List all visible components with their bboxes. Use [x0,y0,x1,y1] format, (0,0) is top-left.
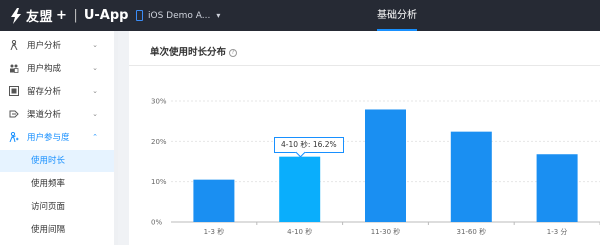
user-analysis-icon [9,40,19,50]
brand-separator: | [73,8,78,23]
sidebar: 用户分析 ⌄ 用户构成 ⌄ 留存分析 ⌄ 渠道分析 ⌄ 用户参与度 ⌃ 使用时长… [0,31,118,245]
chevron-down-icon: ⌄ [92,41,98,49]
phone-icon [136,10,143,21]
sidebar-item-label: 用户参与度 [27,133,70,143]
bar[interactable] [365,109,406,222]
sidebar-subitem-usage-frequency[interactable]: 使用频率 [0,173,114,195]
sidebar-item-user-analysis[interactable]: 用户分析 ⌄ [0,34,114,56]
y-tick-label: 0% [151,219,162,227]
y-tick-label: 10% [151,178,167,186]
sidebar-subitem-usage-duration[interactable]: 使用时长 [0,150,114,172]
tab-basic-analysis[interactable]: 基础分析 [377,0,417,31]
sidebar-item-channel[interactable]: 渠道分析 ⌄ [0,103,114,125]
bar[interactable] [450,131,492,222]
sidebar-item-label: 留存分析 [27,87,62,97]
umeng-logo-icon [10,7,22,24]
x-tick-label: 11-30 秒 [371,227,401,236]
chart-tooltip: 4-10 秒: 16.2% [274,137,344,153]
duration-distribution-chart: 0% 10% 20% 30% 1-3 秒 4-10 秒 11-30 秒 31-60 秒 1-3 … [151,98,600,236]
x-tick-label: 1-3 秒 [204,227,225,236]
user-composition-icon [9,63,19,73]
sidebar-item-label: 用户分析 [27,41,62,51]
sidebar-item-user-composition[interactable]: 用户构成 ⌄ [0,57,114,79]
engagement-icon [9,132,19,142]
sidebar-item-engagement[interactable]: 用户参与度 ⌃ [0,126,114,148]
sidebar-subitem-visited-pages[interactable]: 访问页面 [0,196,114,218]
sidebar-subitem-usage-interval[interactable]: 使用间隔 [0,219,114,241]
retention-icon [9,86,19,96]
app-selector-label: iOS Demo A... [148,10,211,21]
y-tick-label: 30% [151,98,167,106]
chevron-up-icon: ⌃ [92,133,98,141]
sidebar-item-label: 用户构成 [27,64,62,74]
top-bar: 友盟 + | U-App iOS Demo A... ▾ 基础分析 [0,0,600,31]
x-tick-label: 1-3 分 [547,227,568,236]
brand-plus: + [56,8,68,23]
x-tick-label: 31-60 秒 [457,227,487,236]
bar[interactable] [536,154,578,222]
product-name: U-App [83,8,129,23]
x-tick-label: 4-10 秒 [287,227,312,236]
chevron-down-icon: ⌄ [92,87,98,95]
y-tick-label: 20% [151,138,167,146]
app-selector[interactable]: iOS Demo A... ▾ [136,0,220,31]
sidebar-item-label: 渠道分析 [27,110,62,120]
chevron-down-icon: ⌄ [92,64,98,72]
caret-down-icon: ▾ [216,11,221,20]
sidebar-item-retention[interactable]: 留存分析 ⌄ [0,80,114,102]
bar[interactable] [279,156,321,222]
channel-icon [9,109,19,119]
chevron-down-icon: ⌄ [92,110,98,118]
bar[interactable] [193,179,235,222]
logo[interactable]: 友盟 + | U-App [0,0,128,31]
brand-name: 友盟 [26,10,54,25]
